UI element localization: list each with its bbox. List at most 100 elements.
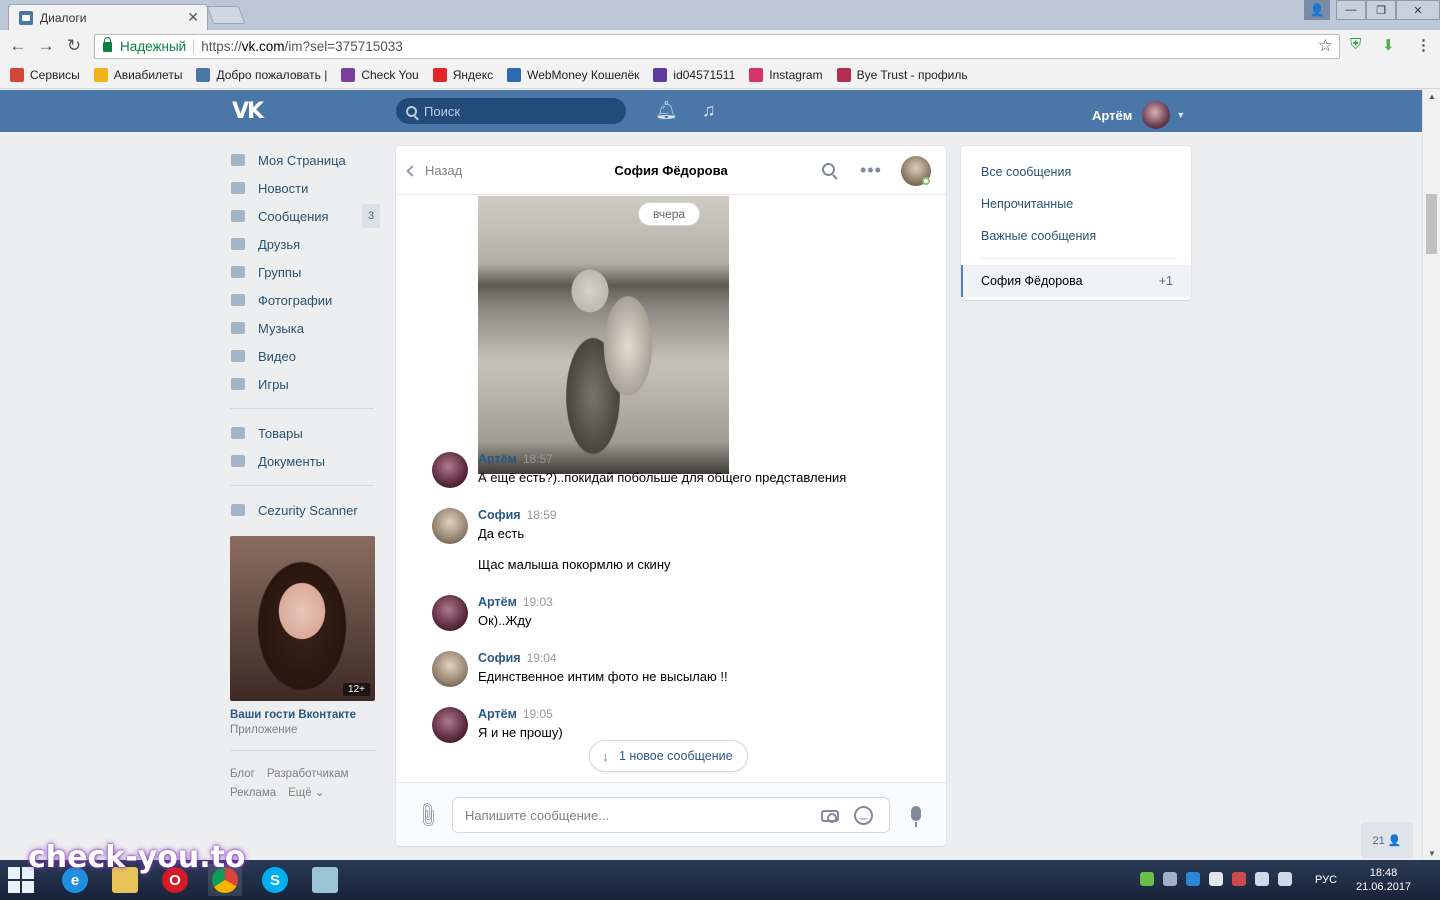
message-author[interactable]: Артём	[478, 452, 517, 466]
browser-tab[interactable]: Диалоги ✕	[8, 4, 208, 30]
folder-active-conversation[interactable]: София Фёдорова +1	[961, 265, 1191, 297]
network-icon[interactable]	[1255, 872, 1269, 886]
music-note-icon[interactable]: ♫	[702, 100, 716, 121]
flag-icon[interactable]	[1209, 872, 1223, 886]
sidebar-item[interactable]: Товары	[230, 419, 380, 447]
avatar[interactable]	[432, 651, 468, 687]
vk-logo[interactable]: VK	[232, 99, 264, 124]
page-scrollbar[interactable]: ▲ ▼	[1422, 90, 1440, 860]
sidebar-item[interactable]: Документы	[230, 447, 380, 475]
search-input[interactable]: Поиск	[396, 98, 626, 124]
bookmark-star-icon[interactable]: ☆	[1318, 36, 1333, 56]
message-header: София 18:59	[478, 508, 671, 522]
sidebar-item[interactable]: Новости	[230, 174, 380, 202]
footer-link-developers[interactable]: Разработчикам	[267, 768, 349, 780]
webmoney-icon	[507, 68, 522, 82]
bookmark-label: Авиабилеты	[113, 68, 183, 82]
sidebar-item[interactable]: Видео	[230, 342, 380, 370]
message-author[interactable]: София	[478, 508, 521, 522]
avatar[interactable]	[432, 595, 468, 631]
user-menu[interactable]: Артём ▼	[1092, 101, 1185, 129]
promo-app-image[interactable]: 12+	[230, 536, 375, 701]
forward-arrow-icon[interactable]: →	[32, 32, 60, 60]
avatar[interactable]	[432, 452, 468, 488]
search-icon[interactable]	[822, 163, 835, 176]
sidebar-item[interactable]: Моя Страница	[230, 146, 380, 174]
paperclip-icon[interactable]: 📎︎	[412, 800, 443, 831]
browser-titlebar: Диалоги ✕ 👤 — ❐ ✕	[0, 0, 1440, 30]
bookmark-item[interactable]: Авиабилеты	[93, 68, 183, 82]
volume-icon[interactable]	[1278, 872, 1292, 886]
taskbar-app[interactable]	[308, 864, 342, 896]
back-arrow-icon[interactable]: ←	[4, 32, 32, 60]
message-author[interactable]: София	[478, 651, 521, 665]
new-tab-button[interactable]	[206, 6, 246, 24]
minimize-button[interactable]: —	[1336, 0, 1366, 20]
reload-icon[interactable]: ↻	[60, 32, 88, 60]
message-author[interactable]: Артём	[478, 707, 517, 721]
bell-icon[interactable]: 🔔︎	[655, 100, 678, 121]
restore-button[interactable]: ❐	[1366, 0, 1396, 20]
sidebar-item-label: Фотографии	[258, 292, 333, 308]
tray-app-icon[interactable]	[1140, 872, 1154, 886]
tab-close-icon[interactable]: ✕	[187, 9, 199, 26]
bookmark-item[interactable]: Check You	[341, 68, 419, 82]
bookmark-item[interactable]: Сервисы	[10, 68, 80, 82]
sidebar-item[interactable]: Cezurity Scanner	[230, 496, 380, 524]
address-bar[interactable]: Надежный https://vk.com/im?sel=375715033…	[94, 34, 1340, 59]
news-icon	[230, 181, 246, 195]
left-navigation: Моя Страница Новости Сообщения 3 Друзья Групп…	[230, 146, 380, 803]
chrome-menu-icon[interactable]: ⋮	[1416, 36, 1431, 54]
folder-unread[interactable]: Непрочитанные	[961, 188, 1191, 220]
tray-e-icon[interactable]	[1186, 872, 1200, 886]
nav-divider	[230, 408, 374, 409]
taskbar-skype[interactable]: S	[258, 864, 292, 896]
yandex-icon	[432, 68, 447, 82]
scrollbar-thumb[interactable]	[1426, 194, 1437, 254]
message-header: Артём 19:05	[478, 707, 563, 721]
sidebar-item[interactable]: Сообщения 3	[230, 202, 380, 230]
microphone-icon[interactable]	[911, 806, 921, 827]
bookmark-item[interactable]: id04571511	[653, 68, 735, 82]
close-window-button[interactable]: ✕	[1396, 0, 1440, 20]
camera-icon[interactable]	[821, 810, 839, 823]
message-author[interactable]: Артём	[478, 595, 517, 609]
language-indicator[interactable]: РУС	[1315, 874, 1337, 886]
avatar[interactable]	[432, 508, 468, 544]
footer-link-more[interactable]: Ещё ⌄	[288, 787, 324, 799]
promo-title-link[interactable]: Ваши гости Вконтакте	[230, 709, 380, 721]
more-icon[interactable]: •••	[860, 160, 882, 181]
bookmark-item[interactable]: Яндекс	[432, 68, 493, 82]
bookmark-item[interactable]: Instagram	[749, 68, 823, 82]
download-extension-icon[interactable]: ⬇	[1382, 36, 1395, 54]
message-body: София 19:04 Единственное интим фото не выс…	[478, 651, 728, 685]
sidebar-item[interactable]: Музыка	[230, 314, 380, 342]
scroll-down-icon[interactable]: ▼	[1428, 849, 1436, 858]
folder-all-messages[interactable]: Все сообщения	[961, 156, 1191, 188]
message-photo[interactable]	[478, 196, 729, 474]
online-friends-widget[interactable]: 21 👤	[1361, 822, 1413, 858]
sidebar-item[interactable]: Фотографии	[230, 286, 380, 314]
steam-icon[interactable]	[1163, 872, 1177, 886]
new-message-button[interactable]: ↓ 1 новое сообщение	[589, 740, 748, 772]
window-controls: 👤 — ❐ ✕	[1304, 0, 1440, 20]
tray-tools-icon[interactable]	[1232, 872, 1246, 886]
footer-link-ads[interactable]: Реклама	[230, 787, 276, 799]
sidebar-item[interactable]: Друзья	[230, 230, 380, 258]
bookmark-item[interactable]: Bye Trust - профиль	[836, 68, 968, 82]
scroll-up-icon[interactable]: ▲	[1428, 92, 1436, 101]
profile-icon[interactable]: 👤	[1304, 0, 1330, 20]
folder-important[interactable]: Важные сообщения	[961, 220, 1191, 252]
bookmark-item[interactable]: WebMoney Кошелёк	[507, 68, 639, 82]
system-clock[interactable]: 18:48 21.06.2017	[1356, 866, 1411, 894]
sidebar-item[interactable]: Игры	[230, 370, 380, 398]
bookmark-item[interactable]: Добро пожаловать |	[196, 68, 327, 82]
footer-link-blog[interactable]: Блог	[230, 768, 255, 780]
avatar[interactable]	[432, 707, 468, 743]
shield-extension-icon[interactable]: ⛨	[1350, 36, 1361, 53]
friends-icon	[230, 237, 246, 251]
sidebar-item[interactable]: Группы	[230, 258, 380, 286]
message-history[interactable]: вчера Артём 18:57 А ещё есть?)..покидай по…	[396, 196, 946, 782]
bookmark-label: Instagram	[769, 68, 823, 82]
emoji-icon[interactable]: ‿	[854, 806, 873, 825]
